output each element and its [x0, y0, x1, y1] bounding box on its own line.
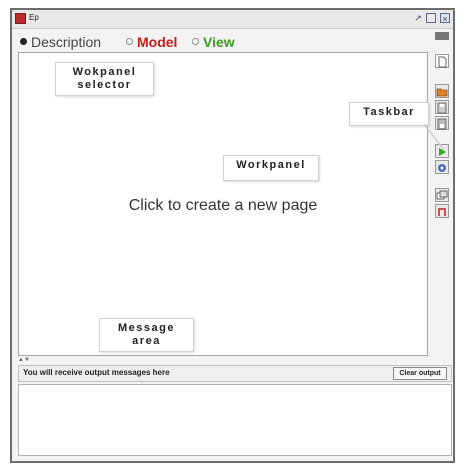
- debug-icon[interactable]: [435, 160, 449, 174]
- radio-description-label: Description: [31, 34, 102, 50]
- callout-message-line1: Message: [118, 322, 175, 334]
- minimize-icon[interactable]: ↗: [413, 13, 423, 23]
- radio-model-label: Model: [137, 34, 178, 50]
- close-icon[interactable]: ×: [440, 13, 450, 24]
- callout-selector-line2: selector: [77, 79, 132, 91]
- app-window: Ep ↗ × Description Model View Click to c…: [10, 8, 455, 463]
- message-toolbar: You will receive output messages here Cl…: [18, 365, 452, 382]
- window-icon[interactable]: [435, 188, 449, 202]
- new-page-icon[interactable]: [435, 54, 449, 68]
- workpanel-selector: Description Model View: [12, 29, 431, 53]
- menu-icon[interactable]: [435, 32, 449, 40]
- radio-description-dot[interactable]: [20, 38, 27, 45]
- app-icon: [15, 13, 26, 24]
- save-icon[interactable]: [435, 100, 449, 114]
- radio-model-dot[interactable]: [126, 38, 133, 45]
- radio-view-dot[interactable]: [192, 38, 199, 45]
- open-folder-icon[interactable]: [435, 84, 449, 98]
- radio-model[interactable]: Model: [126, 34, 177, 50]
- callout-message-line2: area: [132, 335, 161, 347]
- title-bar: Ep ↗ ×: [12, 10, 453, 29]
- radio-view-label: View: [203, 34, 235, 50]
- callout-taskbar-label: Taskbar: [363, 106, 415, 118]
- callout-selector: Wokpanel selector: [55, 62, 154, 96]
- callout-selector-line1: Wokpanel: [72, 66, 137, 78]
- radio-view[interactable]: View: [192, 34, 235, 50]
- callout-taskbar: Taskbar: [349, 102, 429, 126]
- callout-workpanel: Workpanel: [223, 155, 319, 181]
- window-title: Ep: [29, 13, 39, 22]
- taskbar-pointer: [423, 124, 445, 151]
- callout-workpanel-label: Workpanel: [236, 159, 306, 171]
- radio-description[interactable]: Description: [20, 34, 101, 50]
- workpanel[interactable]: Click to create a new page: [18, 52, 428, 356]
- maximize-icon[interactable]: [426, 13, 436, 23]
- export-icon[interactable]: [435, 204, 449, 218]
- splitter-handle[interactable]: ▲▼: [18, 357, 32, 363]
- callout-message: Message area: [99, 318, 194, 352]
- message-hint: You will receive output messages here: [23, 368, 170, 377]
- message-area[interactable]: [18, 384, 452, 456]
- clear-output-button[interactable]: Clear output: [393, 367, 447, 380]
- workpanel-hint: Click to create a new page: [128, 197, 318, 214]
